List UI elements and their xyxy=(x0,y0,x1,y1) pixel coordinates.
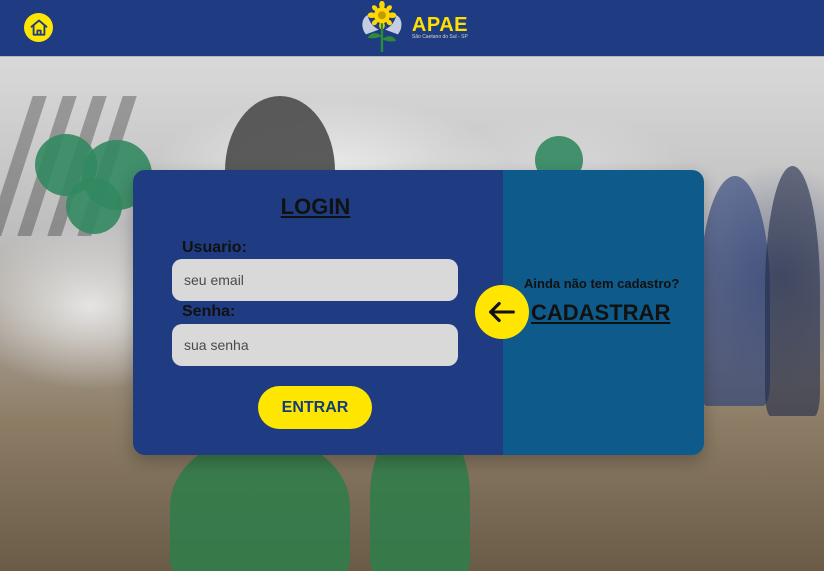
login-card: LOGIN Usuario: Senha: ENTRAR Ainda não t… xyxy=(133,170,704,455)
brand-text: APAE São Caetano do Sul - SP xyxy=(411,14,468,40)
go-to-signup-button[interactable] xyxy=(475,285,529,339)
apae-flower-hands-icon xyxy=(362,1,402,52)
home-icon xyxy=(30,19,47,36)
username-label: Usuario: xyxy=(182,239,247,256)
signup-link[interactable]: CADASTRAR xyxy=(531,300,670,326)
home-button[interactable] xyxy=(24,13,53,42)
password-field[interactable] xyxy=(172,324,458,366)
password-label: Senha: xyxy=(182,303,236,320)
brand-subtitle: São Caetano do Sul - SP xyxy=(411,34,468,40)
brand-name: APAE xyxy=(411,14,468,36)
email-field[interactable] xyxy=(172,259,458,301)
login-submit-button[interactable]: ENTRAR xyxy=(258,386,372,429)
apae-logo: APAE São Caetano do Sul - SP xyxy=(358,0,468,56)
top-navbar: APAE São Caetano do Sul - SP xyxy=(0,0,824,56)
login-title: LOGIN xyxy=(280,194,351,219)
signup-question: Ainda não tem cadastro? xyxy=(524,276,680,291)
arrow-left-icon xyxy=(489,301,515,323)
